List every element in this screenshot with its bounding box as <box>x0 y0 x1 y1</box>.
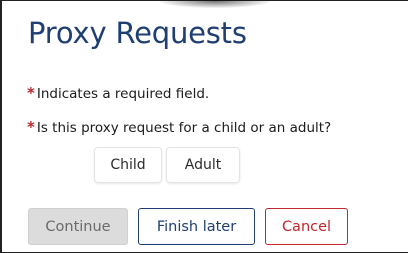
page-title: Proxy Requests <box>28 16 247 50</box>
option-adult[interactable]: Adult <box>167 148 239 182</box>
continue-button[interactable]: Continue <box>28 208 128 245</box>
cancel-button[interactable]: Cancel <box>265 208 348 245</box>
proxy-type-question: * Is this proxy request for a child or an… <box>27 118 331 136</box>
question-text: Is this proxy request for a child or an … <box>36 120 332 136</box>
required-asterisk: * <box>27 118 35 136</box>
required-field-note: * Indicates a required field. <box>27 84 209 102</box>
option-child[interactable]: Child <box>95 148 161 182</box>
required-note-text: Indicates a required field. <box>36 86 210 102</box>
required-asterisk: * <box>27 84 35 102</box>
finish-later-button[interactable]: Finish later <box>138 208 255 245</box>
